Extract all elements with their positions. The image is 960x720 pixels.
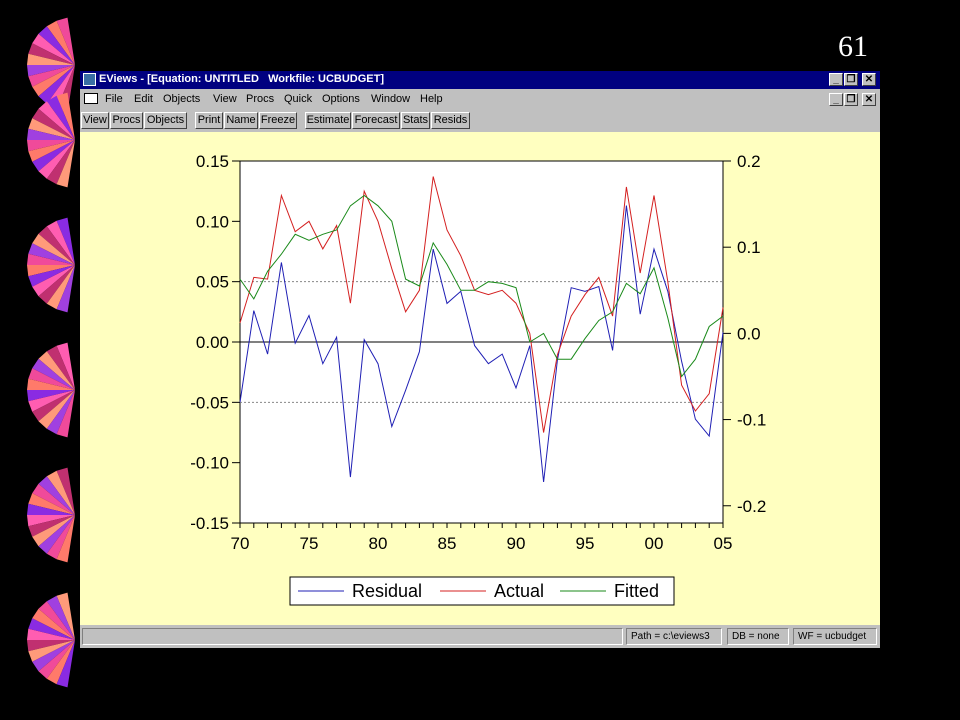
fan-ornament [27, 217, 75, 313]
slide-number: 61 [838, 30, 868, 63]
x-axis-tick-label: 75 [300, 534, 319, 553]
graph-pane: 0.15 0.10 0.05 0.00 -0.05 -0.10 -0.15 0.2 0.1 0.0… [80, 132, 880, 625]
right-axis-tick-label: 0.1 [737, 238, 761, 257]
legend-label-residual: Residual [352, 581, 422, 601]
doc-restore-button[interactable]: ❐ [844, 93, 858, 106]
status-path: Path = c:\eviews3 [626, 628, 722, 645]
right-axis-tick-label: 0.2 [737, 152, 761, 171]
toolbar-resids-button[interactable]: Resids [431, 112, 470, 129]
minimize-button[interactable]: _ [829, 73, 843, 86]
fan-ornament [27, 467, 75, 563]
left-axis-tick-label: -0.15 [190, 514, 229, 533]
right-axis-tick-label: -0.1 [737, 411, 766, 430]
window-title: EViews - [Equation: UNTITLED Workfile: U… [99, 73, 384, 85]
chart-legend: Residual Actual Fitted [289, 576, 675, 606]
title-bar[interactable]: EViews - [Equation: UNTITLED Workfile: U… [80, 71, 880, 89]
right-axis-tick-label: 0.0 [737, 324, 761, 343]
toolbar-stats-button[interactable]: Stats [401, 112, 430, 129]
x-axis-tick-label: 80 [369, 534, 388, 553]
toolbar-procs-button[interactable]: Procs [110, 112, 143, 129]
menu-edit[interactable]: Edit [134, 93, 153, 105]
doc-close-button[interactable]: ✕ [862, 93, 876, 106]
doc-minimize-button[interactable]: _ [829, 93, 843, 106]
left-axis-tick-label: -0.05 [190, 393, 229, 412]
right-axis-tick-label: -0.2 [737, 497, 766, 516]
x-axis-tick-label: 90 [507, 534, 526, 553]
toolbar-freeze-button[interactable]: Freeze [259, 112, 297, 129]
residual-actual-fitted-chart: 0.15 0.10 0.05 0.00 -0.05 -0.10 -0.15 0.2 0.1 0.0… [190, 152, 766, 606]
toolbar-view-button[interactable]: View [81, 112, 109, 129]
menu-quick[interactable]: Quick [284, 93, 312, 105]
fan-ornament [27, 342, 75, 438]
legend-label-actual: Actual [494, 581, 544, 601]
fan-ornament [27, 592, 75, 688]
status-db: DB = none [727, 628, 789, 645]
toolbar-objects-button[interactable]: Objects [144, 112, 187, 129]
fan-ornament [27, 92, 75, 188]
toolbar-estimate-button[interactable]: Estimate [305, 112, 351, 129]
left-axis-tick-label: 0.15 [196, 152, 229, 171]
left-axis-tick-label: -0.10 [190, 454, 229, 473]
left-axis-tick-label: 0.00 [196, 333, 229, 352]
toolbar-forecast-button[interactable]: Forecast [352, 112, 400, 129]
left-axis-tick-label: 0.05 [196, 273, 229, 292]
status-workfile: WF = ucbudget [793, 628, 877, 645]
toolbar-name-button[interactable]: Name [224, 112, 258, 129]
x-axis-tick-label: 05 [714, 534, 733, 553]
menu-procs[interactable]: Procs [246, 93, 274, 105]
x-axis-tick-label: 95 [576, 534, 595, 553]
menu-view[interactable]: View [213, 93, 237, 105]
status-bar: Path = c:\eviews3 DB = none WF = ucbudge… [80, 626, 880, 648]
menu-window[interactable]: Window [371, 93, 410, 105]
menu-bar: File Edit Objects View Procs Quick Optio… [80, 90, 880, 109]
restore-button[interactable]: ❐ [844, 73, 858, 86]
left-axis-tick-label: 0.10 [196, 212, 229, 231]
status-message [82, 628, 623, 645]
menu-objects[interactable]: Objects [163, 93, 200, 105]
x-axis-tick-label: 85 [438, 534, 457, 553]
close-button[interactable]: ✕ [862, 73, 876, 86]
x-axis-tick-label: 00 [645, 534, 664, 553]
equation-toolbar: View Procs Objects Print Name Freeze Est… [80, 111, 880, 131]
x-axis-tick-label: 70 [231, 534, 250, 553]
toolbar-print-button[interactable]: Print [195, 112, 223, 129]
menu-help[interactable]: Help [420, 93, 443, 105]
eviews-window: EViews - [Equation: UNTITLED Workfile: U… [80, 71, 880, 648]
menu-options[interactable]: Options [322, 93, 360, 105]
legend-label-fitted: Fitted [614, 581, 659, 601]
document-icon[interactable] [84, 93, 98, 104]
menu-file[interactable]: File [105, 93, 123, 105]
eviews-app-icon[interactable] [83, 73, 96, 86]
